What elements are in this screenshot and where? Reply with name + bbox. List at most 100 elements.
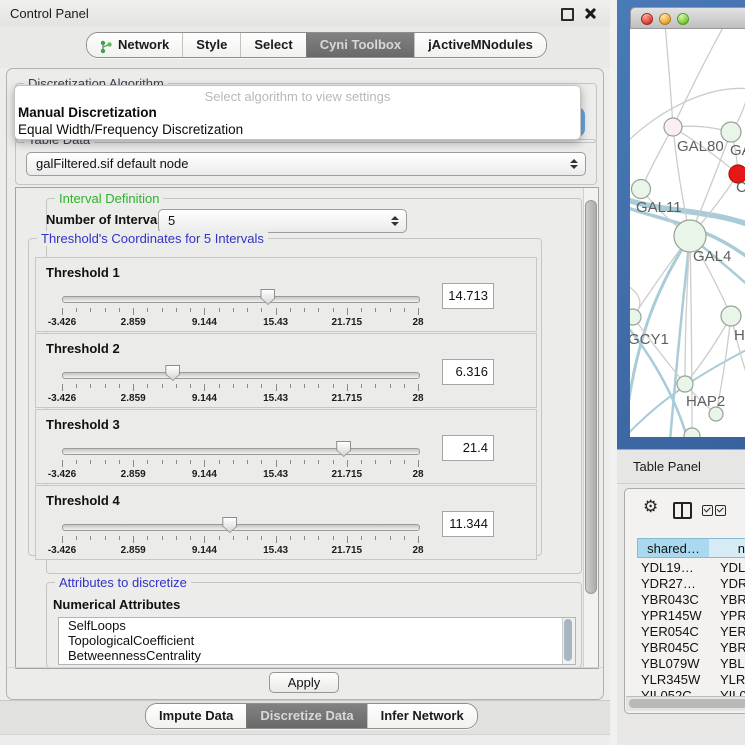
tick-mark [105, 308, 106, 312]
close-traffic-light[interactable] [641, 13, 653, 25]
tab-cyni-toolbox[interactable]: Cyni Toolbox [306, 33, 414, 57]
cell-shared-name: YBR043C [641, 592, 699, 607]
table-row[interactable]: YBL079WYBL0 [625, 656, 745, 672]
cell-name: YDR2 [720, 576, 745, 591]
attributes-list-scrollbar[interactable] [562, 618, 575, 664]
threshold-panel: Threshold 1-3.4262.8599.14415.4321.71528… [35, 257, 537, 332]
scrollbar-thumb[interactable] [585, 200, 597, 594]
table-horizontal-scrollbar[interactable] [626, 696, 745, 711]
threshold-value-field[interactable]: 14.713 [442, 283, 494, 309]
slider-track[interactable] [62, 448, 420, 455]
cell-name: YLR3 [720, 672, 745, 687]
tab-style[interactable]: Style [182, 33, 240, 57]
tick-mark [133, 536, 134, 543]
attribute-item[interactable]: BetweennessCentrality [59, 648, 575, 663]
table-panel-body: ⚙ shared…na YDL19…YDL1YDR27…YDR2YBR043CY… [617, 484, 745, 745]
tick-mark [247, 308, 248, 312]
node-label: GA [730, 142, 745, 159]
tick-mark [404, 384, 405, 388]
table-row[interactable]: YDR27…YDR2 [625, 576, 745, 592]
tick-label: 28 [412, 469, 423, 480]
network-node[interactable] [664, 118, 682, 136]
tick-mark [176, 384, 177, 388]
tick-mark [233, 536, 234, 540]
float-window-icon[interactable] [561, 8, 574, 21]
table-data-value: galFiltered.sif default node [36, 156, 188, 171]
panel-title: Control Panel [10, 6, 89, 21]
dropdown-option-equal-width-frequency-discretization[interactable]: Equal Width/Frequency Discretization [15, 121, 580, 138]
tick-mark [105, 536, 106, 540]
table-row[interactable]: YBR043CYBR0 [625, 592, 745, 608]
number-of-intervals-combobox[interactable]: 5 [158, 209, 407, 233]
tab-select[interactable]: Select [240, 33, 305, 57]
slider-track[interactable] [62, 296, 420, 303]
gear-icon[interactable]: ⚙ [643, 497, 658, 517]
tick-mark [418, 308, 419, 315]
tick-mark [133, 384, 134, 391]
checkbox-icon[interactable] [715, 505, 726, 516]
checkbox-icon[interactable] [702, 505, 713, 516]
tick-mark [290, 308, 291, 312]
minimize-traffic-light[interactable] [659, 13, 671, 25]
panel-divider[interactable] [610, 0, 617, 745]
table-panel-titlebar: Table Panel [617, 449, 745, 484]
threshold-slider[interactable]: -3.4262.8599.14415.4321.71528 [62, 290, 418, 328]
tick-mark [119, 308, 120, 312]
threshold-label: Threshold 4 [46, 493, 120, 508]
column-header-na[interactable]: na [709, 538, 745, 558]
network-node[interactable] [632, 180, 651, 199]
threshold-slider[interactable]: -3.4262.8599.14415.4321.71528 [62, 518, 418, 556]
network-node[interactable] [721, 306, 741, 326]
network-edge[interactable] [641, 127, 673, 189]
tab-infer-network[interactable]: Infer Network [367, 704, 477, 728]
scrollbar-thumb[interactable] [629, 699, 745, 708]
apply-button[interactable]: Apply [269, 672, 339, 693]
threshold-value-field[interactable]: 6.316 [442, 359, 494, 385]
close-icon[interactable] [585, 8, 596, 19]
column-header-shared-[interactable]: shared… [637, 538, 710, 558]
tab-network[interactable]: Network [87, 33, 182, 57]
threshold-value-field[interactable]: 11.344 [442, 511, 494, 537]
control-panel-titlebar: Control Panel [0, 0, 610, 27]
table-row[interactable]: YER054CYER0 [625, 624, 745, 640]
threshold-slider[interactable]: -3.4262.8599.14415.4321.71528 [62, 366, 418, 404]
threshold-value-field[interactable]: 21.4 [442, 435, 494, 461]
tick-label: 15.43 [263, 545, 288, 556]
tick-mark [318, 536, 319, 540]
tick-mark [133, 460, 134, 467]
network-node[interactable] [721, 122, 741, 142]
slider-track[interactable] [62, 524, 420, 531]
tick-label: 21.715 [332, 545, 363, 556]
tick-mark [347, 308, 348, 315]
tick-mark [162, 536, 163, 540]
network-node[interactable] [684, 428, 700, 437]
cell-shared-name: YBL079W [641, 656, 700, 671]
attribute-item[interactable]: SelfLoops [59, 618, 575, 633]
threshold-label: Threshold 2 [46, 341, 120, 356]
network-canvas[interactable]: GAL80GACGAL11GAL4GCY1HHAP2 [630, 29, 745, 437]
tick-mark [105, 384, 106, 388]
network-node[interactable] [630, 309, 641, 325]
zoom-traffic-light[interactable] [677, 13, 689, 25]
network-edge[interactable] [673, 29, 725, 127]
tick-mark [76, 384, 77, 388]
cell-shared-name: YER054C [641, 624, 699, 639]
tick-mark [90, 460, 91, 464]
table-row[interactable]: YLR345WYLR3 [625, 672, 745, 688]
table-row[interactable]: YPR145WYPR1 [625, 608, 745, 624]
attribute-item[interactable]: TopologicalCoefficient [59, 633, 575, 648]
threshold-slider[interactable]: -3.4262.8599.14415.4321.71528 [62, 442, 418, 480]
table-row[interactable]: YBR045CYBR0 [625, 640, 745, 656]
tab-discretize-data[interactable]: Discretize Data [246, 704, 366, 728]
tab-impute-data[interactable]: Impute Data [146, 704, 246, 728]
table-data-combobox[interactable]: galFiltered.sif default node [26, 152, 586, 176]
network-node[interactable] [677, 376, 693, 392]
table-row[interactable]: YDL19…YDL1 [625, 560, 745, 576]
slider-track[interactable] [62, 372, 420, 379]
settings-vertical-scrollbar[interactable] [583, 188, 598, 668]
screen: Control Panel NetworkStyleSelectCyni Too… [0, 0, 745, 745]
tab-jactivemnodules[interactable]: jActiveMNodules [414, 33, 546, 57]
number-of-intervals-value: 5 [168, 213, 175, 228]
column-layout-icon[interactable] [673, 502, 692, 519]
dropdown-option-manual-discretization[interactable]: Manual Discretization [15, 104, 580, 121]
